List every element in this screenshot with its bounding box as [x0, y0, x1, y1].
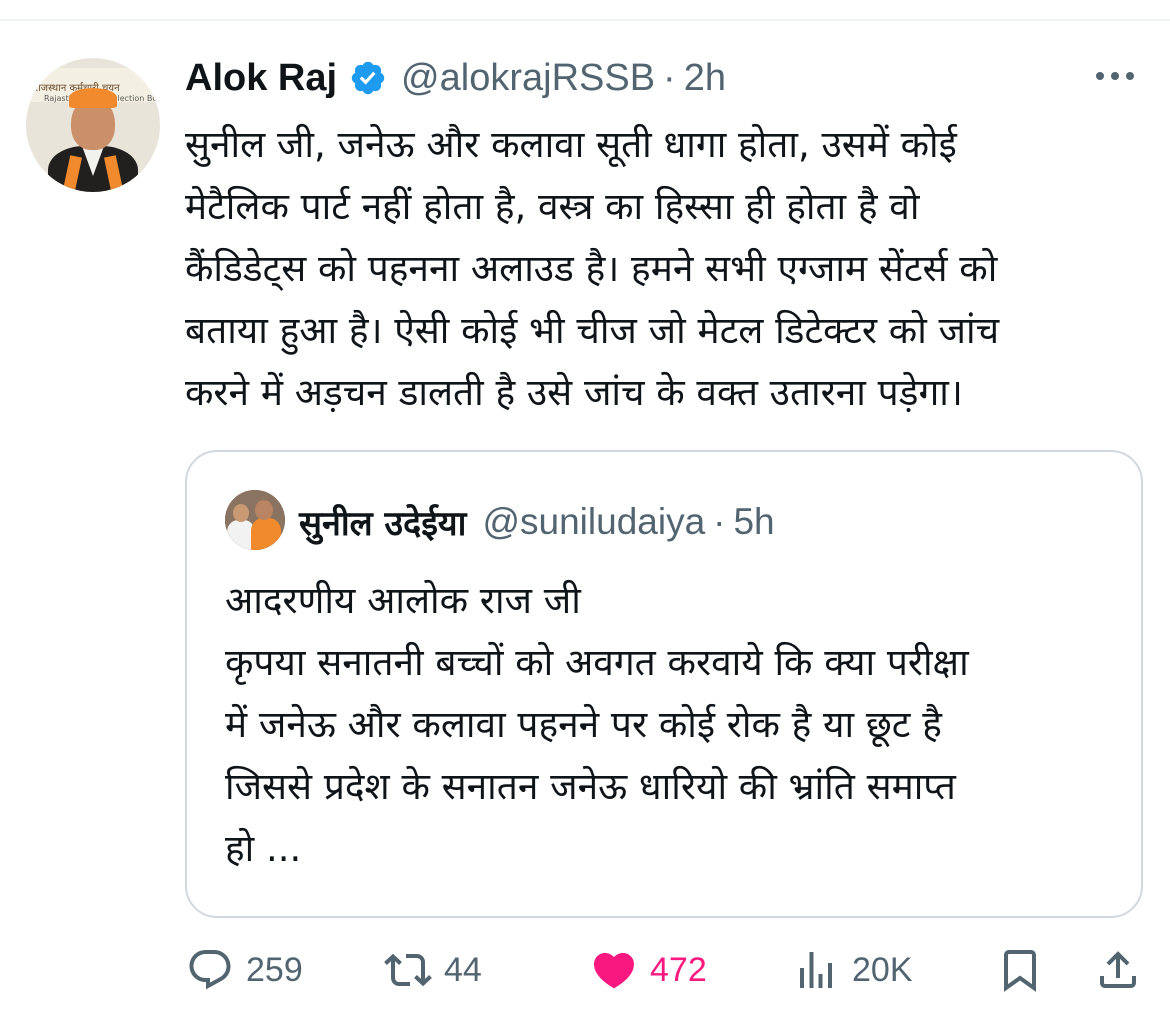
quoted-tweet-timestamp[interactable]: 5h: [733, 501, 774, 543]
like-button[interactable]: 472: [590, 946, 707, 994]
quoted-author-avatar[interactable]: [225, 490, 285, 550]
quoted-avatar-person-head: [233, 504, 249, 522]
quoted-author-handle[interactable]: @suniludaiya: [482, 501, 705, 543]
more-icon[interactable]: [1096, 66, 1140, 86]
reply-icon: [189, 950, 231, 990]
like-count: 472: [650, 950, 707, 989]
views-count: 20K: [852, 950, 913, 989]
views-button[interactable]: 20K: [792, 946, 913, 994]
quoted-author-name[interactable]: सुनील उदेईया: [299, 499, 466, 545]
author-handle[interactable]: @alokrajRSSB: [401, 57, 655, 100]
bookmark-button[interactable]: [996, 946, 1044, 994]
share-icon: [1100, 951, 1136, 988]
repost-button[interactable]: 44: [384, 946, 482, 994]
tweet-text: सुनील जी, जनेऊ और कलावा सूती धागा होता, …: [185, 123, 1000, 414]
more-dot: [1096, 72, 1104, 80]
top-divider: [0, 19, 1170, 21]
avatar-cap: [69, 88, 117, 108]
repost-icon: [384, 953, 432, 987]
reply-button[interactable]: 259: [186, 946, 303, 994]
quoted-avatar-person-body: [251, 518, 281, 550]
header-separator: ·: [663, 56, 676, 99]
like-icon: [593, 953, 635, 989]
reply-count: 259: [246, 950, 303, 989]
tweet-header: Alok Raj @alokrajRSSB · 2h: [185, 54, 726, 102]
bookmark-icon: [1004, 950, 1036, 992]
more-dot: [1126, 72, 1134, 80]
quoted-tweet-card[interactable]: सुनील उदेईया @suniludaiya · 5h आदरणीय आल…: [185, 450, 1143, 918]
views-icon: [800, 952, 832, 988]
quoted-tweet-text: आदरणीय आलोक राज जी कृपया सनातनी बच्चों क…: [225, 579, 969, 870]
tweet-timestamp[interactable]: 2h: [684, 57, 726, 100]
quoted-avatar-person-head: [255, 500, 273, 520]
more-dot: [1111, 72, 1119, 80]
verified-badge-icon[interactable]: [349, 59, 387, 97]
author-avatar[interactable]: राजस्थान कर्मचारी चयन Rajasthan Staff Se…: [26, 58, 160, 192]
quoted-tweet-header: सुनील उदेईया @suniludaiya · 5h: [299, 498, 775, 546]
share-button[interactable]: [1094, 946, 1142, 994]
author-name[interactable]: Alok Raj: [185, 57, 337, 100]
quoted-header-separator: ·: [713, 501, 726, 542]
tweet-actions-bar: 259 44 472 20K: [0, 940, 1170, 1000]
repost-count: 44: [444, 950, 482, 989]
